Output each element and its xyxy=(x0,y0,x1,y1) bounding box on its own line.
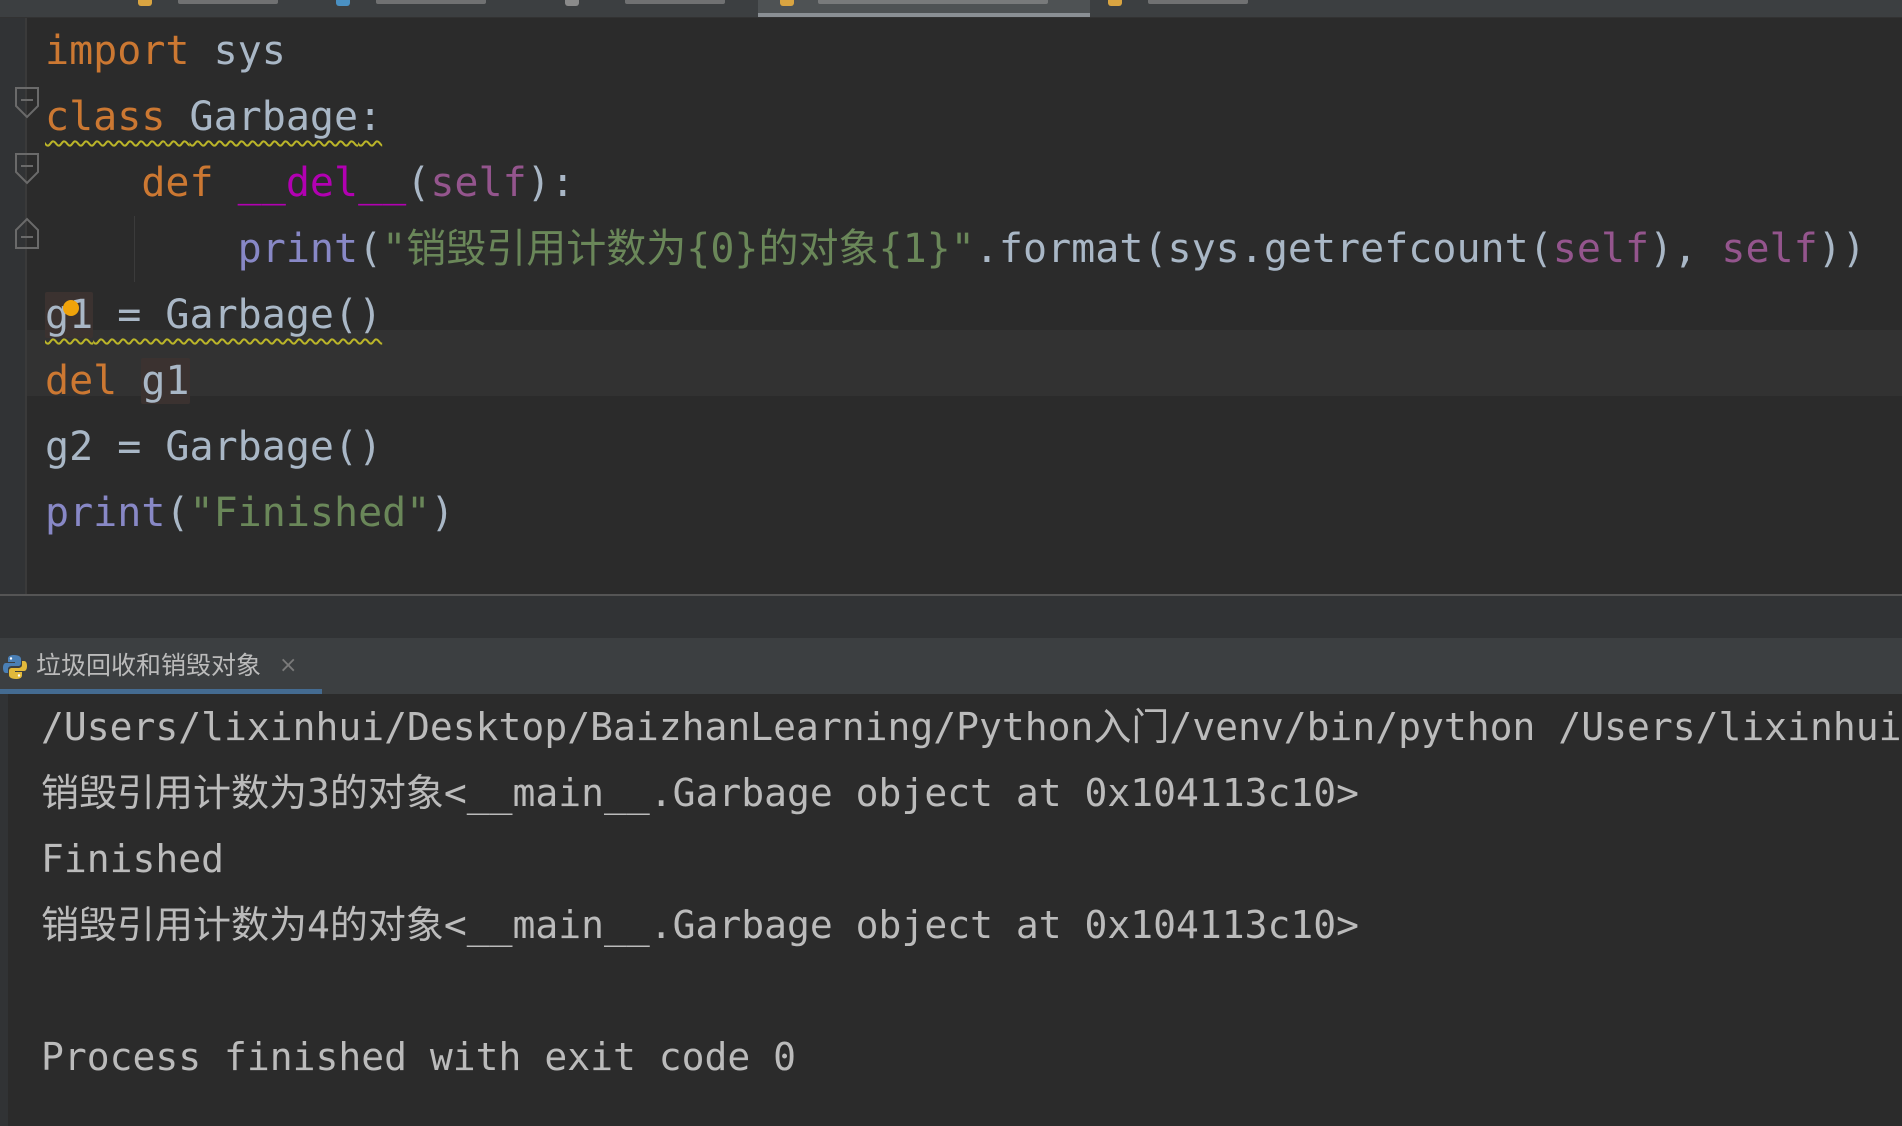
ide-window: import sys class Garbage: def __del__(se… xyxy=(0,0,1902,1126)
fold-end-icon[interactable] xyxy=(14,216,40,250)
code-token-identifier: .format(sys.getrefcount( xyxy=(974,226,1553,272)
run-tab[interactable]: 垃圾回收和销毁对象 × xyxy=(0,638,322,694)
editor-tab[interactable] xyxy=(138,0,308,17)
code-token-builtin: print xyxy=(237,226,359,272)
run-tab-bar: 垃圾回收和销毁对象 × xyxy=(0,638,1902,694)
code-token-punctuation: ), xyxy=(1649,226,1722,272)
code-token-dunder: __del__ xyxy=(237,160,407,206)
code-token-punctuation: ( xyxy=(358,226,383,272)
code-line[interactable]: def __del__(self): xyxy=(45,150,575,216)
tab-label-cut-off xyxy=(818,0,1048,4)
tab-label-cut-off xyxy=(1148,0,1248,4)
code-line[interactable]: del g1 xyxy=(45,348,190,414)
python-file-icon xyxy=(1108,0,1122,6)
code-token-identifier: = Garbage() xyxy=(93,292,383,338)
code-line[interactable]: class Garbage: xyxy=(45,84,382,150)
editor-tab-strip xyxy=(0,0,1902,18)
code-token-punctuation: ( xyxy=(165,490,190,536)
code-token-identifier xyxy=(45,160,141,206)
python-file-icon xyxy=(138,0,152,6)
fold-open-icon[interactable] xyxy=(14,86,40,120)
editor-tab[interactable] xyxy=(336,0,526,17)
code-token-punctuation: ( xyxy=(406,160,431,206)
console-exit-line: Process finished with exit code 0 xyxy=(41,1035,796,1079)
console-command-line: /Users/lixinhui/Desktop/BaizhanLearning/… xyxy=(41,705,1902,749)
console-output-line: Finished xyxy=(41,837,225,881)
markdown-file-icon xyxy=(336,0,350,6)
code-line[interactable]: print("Finished") xyxy=(45,480,454,546)
code-editor[interactable]: import sys class Garbage: def __del__(se… xyxy=(0,18,1902,594)
code-token-identifier xyxy=(117,358,141,404)
run-tab-title: 垃圾回收和销毁对象 xyxy=(36,651,262,680)
code-token-identifier: g2 = Garbage() xyxy=(45,424,383,470)
code-token-self-param: self xyxy=(1721,226,1818,272)
code-token-string: "Finished" xyxy=(189,490,431,536)
code-token-identifier xyxy=(165,94,189,140)
console-output-line: 销毁引用计数为3的对象<__main__.Garbage object at 0… xyxy=(41,771,1359,815)
code-token-keyword: del xyxy=(45,358,118,404)
code-token-keyword: import xyxy=(45,28,190,74)
code-token-identifier xyxy=(45,226,238,272)
run-console[interactable]: /Users/lixinhui/Desktop/BaizhanLearning/… xyxy=(0,694,1902,1126)
intention-bulb-icon[interactable] xyxy=(63,300,79,316)
editor-tab-active[interactable] xyxy=(758,0,1090,17)
code-line[interactable]: g1 = Garbage() xyxy=(45,282,382,348)
python-icon xyxy=(3,655,27,679)
code-token-identifier xyxy=(214,160,238,206)
code-token-identifier: Garbage xyxy=(189,94,359,140)
code-line[interactable]: import sys xyxy=(45,18,286,84)
code-token-punctuation: ) xyxy=(430,490,455,536)
tab-label-cut-off xyxy=(625,0,725,4)
code-token-builtin: print xyxy=(45,490,166,536)
editor-tab[interactable] xyxy=(565,0,755,17)
text-file-icon xyxy=(565,0,579,6)
code-line[interactable]: g2 = Garbage() xyxy=(45,414,382,480)
console-output-line: 销毁引用计数为4的对象<__main__.Garbage object at 0… xyxy=(41,903,1359,947)
code-token-string: "销毁引用计数为{0}的对象{1}" xyxy=(382,226,975,272)
code-token-identifier: g1 xyxy=(141,358,190,404)
fold-open-icon[interactable] xyxy=(14,152,40,186)
code-token-self-param: self xyxy=(1552,226,1650,272)
python-file-icon xyxy=(780,0,794,6)
code-token-punctuation: ): xyxy=(526,160,575,206)
code-token-keyword: def xyxy=(141,160,214,206)
code-token-self-param: self xyxy=(430,160,527,206)
close-tab-icon[interactable]: × xyxy=(279,638,297,694)
code-token-punctuation: : xyxy=(358,94,383,140)
code-token-punctuation: )) xyxy=(1817,226,1866,272)
console-gutter xyxy=(0,694,8,1126)
code-token-identifier: sys xyxy=(189,28,286,74)
code-line[interactable]: print("销毁引用计数为{0}的对象{1}".format(sys.getr… xyxy=(45,216,1866,282)
tab-label-cut-off xyxy=(178,0,278,4)
editor-tab[interactable] xyxy=(1108,0,1278,17)
tool-window-toolbar xyxy=(0,596,1902,638)
code-token-keyword: class xyxy=(45,94,166,140)
tab-label-cut-off xyxy=(376,0,486,4)
